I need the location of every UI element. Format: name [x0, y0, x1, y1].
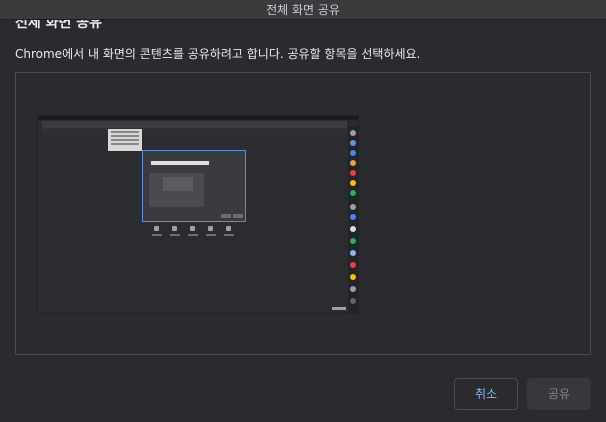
thumbnail-notification [332, 307, 346, 310]
dialog-description: Chrome에서 내 화면의 콘텐츠를 공유하려고 합니다. 공유할 항목을 선… [15, 47, 421, 61]
thumbnail-popup [108, 129, 142, 151]
window-title: 전체 화면 공유 [266, 3, 340, 17]
thumbnail-toolbar [42, 128, 347, 134]
screen-picker-area [15, 72, 591, 355]
window-title-bar: 전체 화면 공유 [0, 0, 606, 20]
thumbnail-tabstrip [42, 121, 347, 128]
entire-screen-thumbnail[interactable] [37, 115, 359, 314]
thumbnail-side-dock [348, 126, 358, 313]
share-button[interactable]: 공유 [527, 378, 591, 410]
thumbnail-share-dialog [142, 150, 246, 222]
thumbnail-dock [150, 226, 240, 240]
cancel-button[interactable]: 취소 [454, 378, 518, 410]
thumbnail-menubar [38, 116, 358, 120]
